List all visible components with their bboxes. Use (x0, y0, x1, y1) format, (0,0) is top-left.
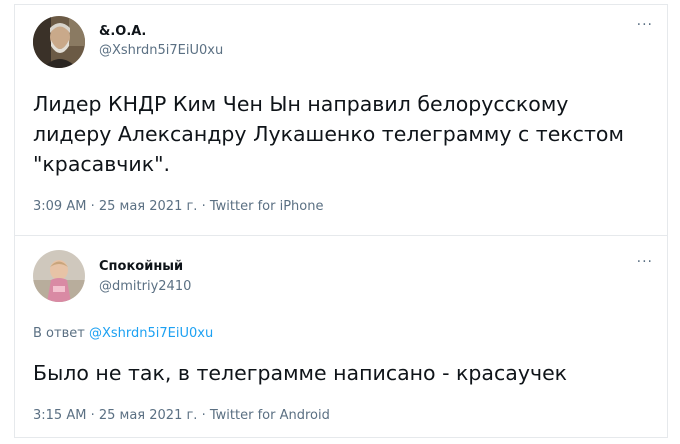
avatar[interactable] (33, 16, 85, 68)
meta-separator: · (201, 408, 206, 423)
tweet-text: Лидер КНДР Ким Чен Ын направил белорусск… (33, 92, 624, 176)
more-options-icon[interactable]: ··· (637, 254, 653, 270)
author-name[interactable]: &.О.А. (99, 24, 146, 39)
tweet-source[interactable]: Twitter for Android (210, 408, 330, 423)
tweet-time[interactable]: 3:15 AM (33, 408, 86, 423)
tweet-source[interactable]: Twitter for iPhone (210, 199, 324, 214)
tweet-card: Спокойный @dmitriy2410 ··· В ответ @Xshr… (14, 236, 668, 438)
reply-prefix: В ответ (33, 326, 85, 341)
tweet-time[interactable]: 3:09 AM (33, 199, 86, 214)
author-handle[interactable]: @Xshrdn5i7EiU0xu (99, 43, 223, 58)
tweet-card: &.О.А. @Xshrdn5i7EiU0xu ··· Лидер КНДР К… (14, 4, 668, 236)
author-name[interactable]: Спокойный (99, 259, 183, 274)
avatar[interactable] (33, 250, 85, 302)
meta-separator: · (201, 199, 206, 214)
more-options-icon[interactable]: ··· (637, 17, 653, 33)
tweet-date[interactable]: 25 мая 2021 г. (99, 408, 198, 423)
avatar-image (33, 250, 85, 302)
reply-to-handle[interactable]: @Xshrdn5i7EiU0xu (89, 326, 213, 341)
avatar-image (33, 16, 85, 68)
meta-separator: · (90, 408, 95, 423)
tweet-text: Было не так, в телеграмме написано - кра… (33, 361, 568, 385)
author-handle[interactable]: @dmitriy2410 (99, 279, 191, 294)
tweet-meta: 3:15 AM · 25 мая 2021 г. · Twitter for A… (33, 408, 330, 423)
tweet-meta: 3:09 AM · 25 мая 2021 г. · Twitter for i… (33, 199, 323, 214)
tweet-date[interactable]: 25 мая 2021 г. (99, 199, 198, 214)
reply-context: В ответ @Xshrdn5i7EiU0xu (33, 326, 213, 341)
meta-separator: · (90, 199, 95, 214)
